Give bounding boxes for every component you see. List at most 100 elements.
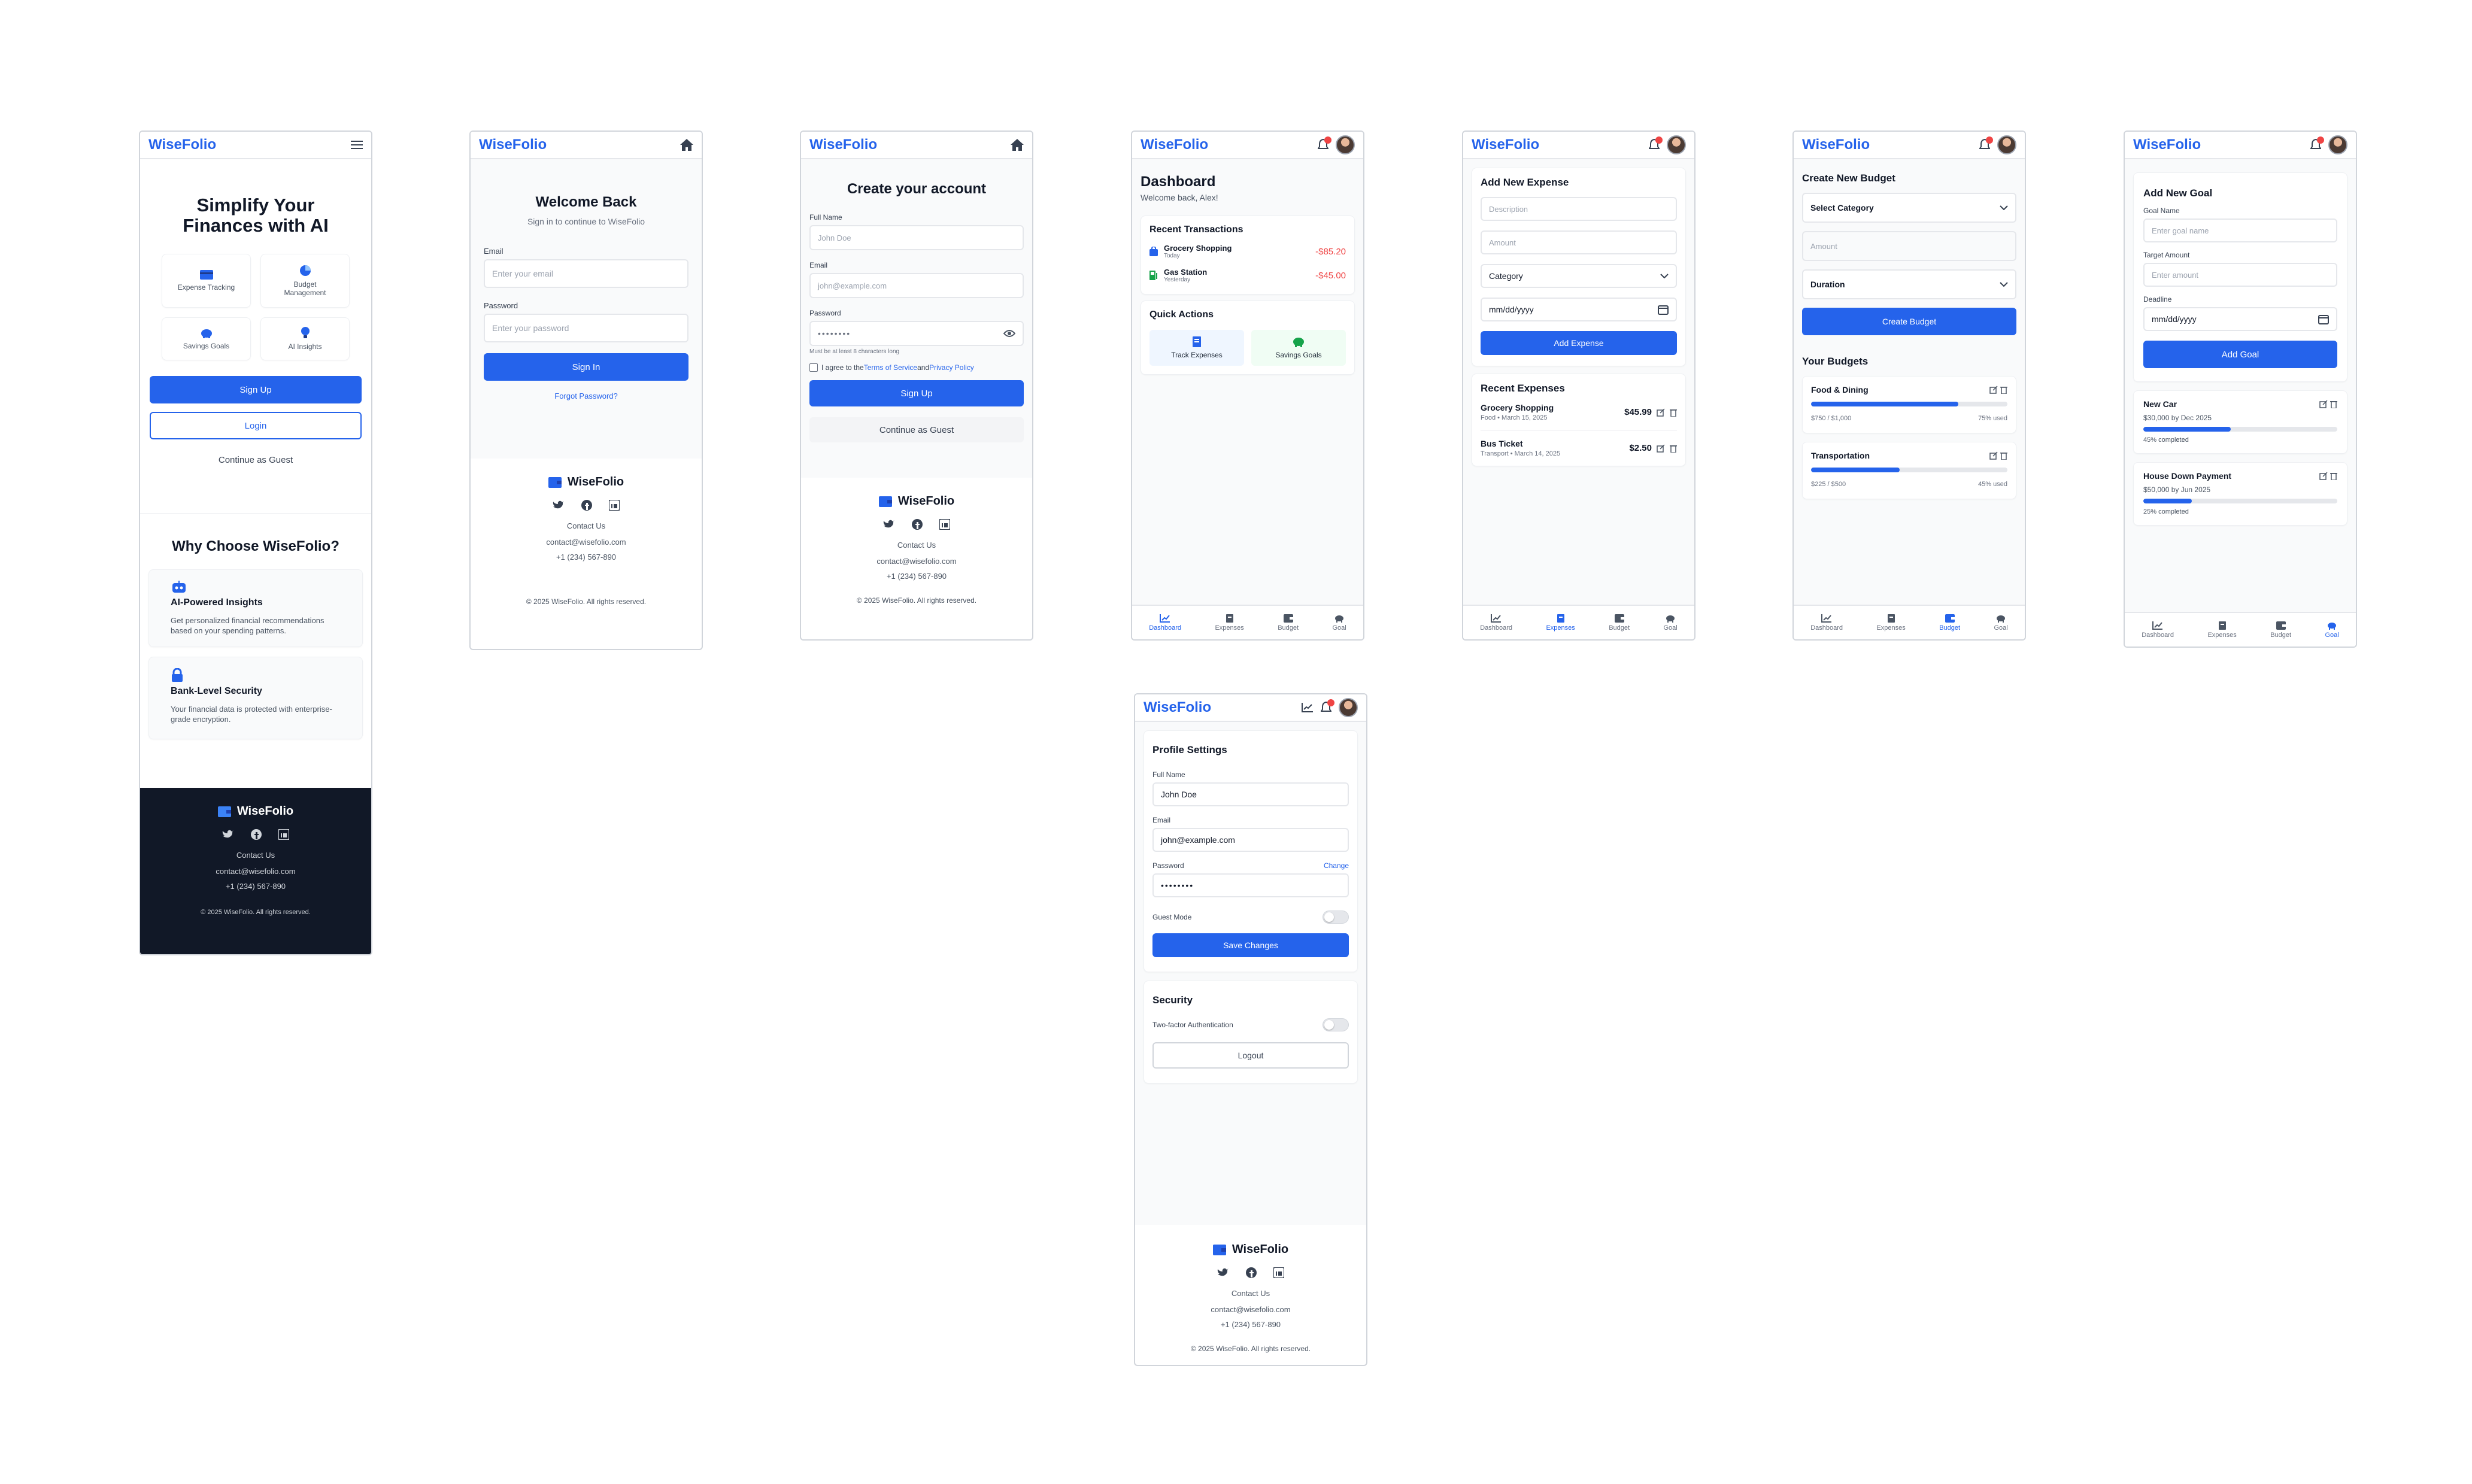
- nav-goal[interactable]: Goal: [1994, 614, 2008, 632]
- bell-icon[interactable]: [2309, 136, 2324, 151]
- edit-icon[interactable]: [2319, 472, 2328, 480]
- nav-goal[interactable]: Goal: [1332, 614, 1346, 632]
- continue-guest-button[interactable]: Continue as Guest: [809, 417, 1024, 442]
- avatar[interactable]: [1336, 135, 1355, 154]
- date-field[interactable]: mm/dd/yyyy: [1481, 298, 1677, 321]
- brand-logo[interactable]: WiseFolio: [809, 136, 877, 153]
- add-expense-button[interactable]: Add Expense: [1481, 331, 1677, 355]
- facebook-icon[interactable]: [912, 519, 923, 530]
- terms-checkbox[interactable]: [809, 363, 818, 372]
- nav-goal[interactable]: Goal: [2325, 621, 2339, 639]
- trash-icon[interactable]: [1670, 444, 1677, 453]
- edit-icon[interactable]: [1989, 451, 1998, 460]
- eye-icon[interactable]: [1003, 329, 1015, 338]
- calendar-icon[interactable]: [1658, 304, 1669, 315]
- brand-logo[interactable]: WiseFolio: [1141, 136, 1208, 153]
- email-field[interactable]: john@example.com: [1152, 828, 1349, 852]
- home-icon[interactable]: [680, 139, 693, 151]
- two-factor-toggle[interactable]: [1323, 1018, 1349, 1031]
- guest-mode-toggle[interactable]: [1323, 911, 1349, 924]
- create-budget-button[interactable]: Create Budget: [1802, 308, 2016, 335]
- full-name-field[interactable]: John Doe: [1152, 782, 1349, 806]
- goal-name-field[interactable]: Enter goal name: [2143, 218, 2337, 242]
- twitter-icon[interactable]: [553, 500, 565, 511]
- nav-budget[interactable]: Budget: [1278, 614, 1299, 632]
- nav-expenses[interactable]: Expenses: [1876, 614, 1906, 632]
- avatar[interactable]: [1997, 135, 2016, 154]
- brand-logo[interactable]: WiseFolio: [148, 136, 216, 153]
- amount-field[interactable]: Amount: [1802, 231, 2016, 261]
- goal-item[interactable]: House Down Payment $50,000 by Jun 2025 2…: [2133, 462, 2347, 526]
- contact-email[interactable]: contact@wisefolio.com: [1135, 1305, 1366, 1314]
- budget-item[interactable]: Transportation $225 / $500 45% used: [1802, 442, 2016, 499]
- savings-goals-button[interactable]: Savings Goals: [1251, 330, 1346, 366]
- nav-goal[interactable]: Goal: [1663, 614, 1678, 632]
- nav-dashboard[interactable]: Dashboard: [1810, 614, 1843, 632]
- description-field[interactable]: Description: [1481, 197, 1677, 221]
- category-select[interactable]: Select Category: [1802, 193, 2016, 223]
- brand-logo[interactable]: WiseFolio: [479, 136, 547, 153]
- amount-field[interactable]: Amount: [1481, 230, 1677, 254]
- nav-budget[interactable]: Budget: [1609, 614, 1630, 632]
- edit-icon[interactable]: [1657, 444, 1665, 453]
- contact-email[interactable]: contact@wisefolio.com: [140, 867, 371, 876]
- bell-icon[interactable]: [1978, 136, 1993, 151]
- deadline-field[interactable]: mm/dd/yyyy: [2143, 307, 2337, 331]
- facebook-icon[interactable]: [581, 500, 592, 511]
- contact-email[interactable]: contact@wisefolio.com: [471, 538, 702, 547]
- nav-expenses[interactable]: Expenses: [1215, 614, 1244, 632]
- nav-expenses[interactable]: Expenses: [1546, 614, 1575, 632]
- password-field[interactable]: ••••••••: [1152, 873, 1349, 897]
- facebook-icon[interactable]: [1246, 1267, 1257, 1278]
- contact-email[interactable]: contact@wisefolio.com: [801, 557, 1032, 566]
- twitter-icon[interactable]: [222, 829, 234, 840]
- calendar-icon[interactable]: [2318, 314, 2329, 324]
- brand-logo[interactable]: WiseFolio: [1802, 136, 1870, 153]
- nav-dashboard[interactable]: Dashboard: [2142, 621, 2174, 639]
- bell-icon[interactable]: [1648, 136, 1663, 151]
- track-expenses-button[interactable]: Track Expenses: [1149, 330, 1244, 366]
- signin-button[interactable]: Sign In: [484, 353, 688, 381]
- target-amount-field[interactable]: Enter amount: [2143, 263, 2337, 287]
- password-field[interactable]: ••••••••: [809, 321, 1024, 346]
- trash-icon[interactable]: [2000, 451, 2007, 460]
- add-goal-button[interactable]: Add Goal: [2143, 341, 2337, 368]
- nav-expenses[interactable]: Expenses: [2207, 621, 2237, 639]
- email-field[interactable]: john@example.com: [809, 273, 1024, 298]
- home-icon[interactable]: [1011, 139, 1024, 151]
- trash-icon[interactable]: [2330, 472, 2337, 480]
- transaction-row[interactable]: Grocery Shopping Today -$85.20: [1149, 244, 1346, 259]
- avatar[interactable]: [2328, 135, 2347, 154]
- forgot-password-link[interactable]: Forgot Password?: [484, 392, 688, 400]
- brand-logo[interactable]: WiseFolio: [1472, 136, 1539, 153]
- twitter-icon[interactable]: [1217, 1267, 1229, 1278]
- menu-icon[interactable]: [351, 140, 363, 150]
- full-name-field[interactable]: John Doe: [809, 225, 1024, 250]
- transaction-row[interactable]: Gas Station Yesterday -$45.00: [1149, 268, 1346, 283]
- facebook-icon[interactable]: [251, 829, 262, 840]
- linkedin-icon[interactable]: [939, 519, 950, 530]
- signup-button[interactable]: Sign Up: [809, 380, 1024, 406]
- expense-row[interactable]: Grocery Shopping Food • March 15, 2025 $4…: [1481, 403, 1677, 430]
- nav-dashboard[interactable]: Dashboard: [1480, 614, 1512, 632]
- email-field[interactable]: Enter your email: [484, 259, 688, 288]
- nav-budget[interactable]: Budget: [2270, 621, 2291, 639]
- privacy-link[interactable]: Privacy Policy: [929, 363, 974, 372]
- linkedin-icon[interactable]: [609, 500, 620, 511]
- edit-icon[interactable]: [1657, 408, 1665, 417]
- change-password-link[interactable]: Change: [1324, 861, 1349, 870]
- avatar[interactable]: [1667, 135, 1686, 154]
- continue-guest-link[interactable]: Continue as Guest: [150, 455, 362, 465]
- category-select[interactable]: Category: [1481, 264, 1677, 288]
- brand-logo[interactable]: WiseFolio: [1144, 699, 1211, 716]
- linkedin-icon[interactable]: [278, 829, 289, 840]
- goal-item[interactable]: New Car $30,000 by Dec 2025 45% complete…: [2133, 390, 2347, 454]
- chart-line-icon[interactable]: [1302, 703, 1314, 712]
- signup-button[interactable]: Sign Up: [150, 376, 362, 403]
- twitter-icon[interactable]: [883, 519, 895, 530]
- login-button[interactable]: Login: [150, 412, 362, 439]
- terms-link[interactable]: Terms of Service: [864, 363, 917, 372]
- trash-icon[interactable]: [1670, 408, 1677, 417]
- budget-item[interactable]: Food & Dining $750 / $1,000 75% used: [1802, 376, 2016, 433]
- password-field[interactable]: Enter your password: [484, 314, 688, 342]
